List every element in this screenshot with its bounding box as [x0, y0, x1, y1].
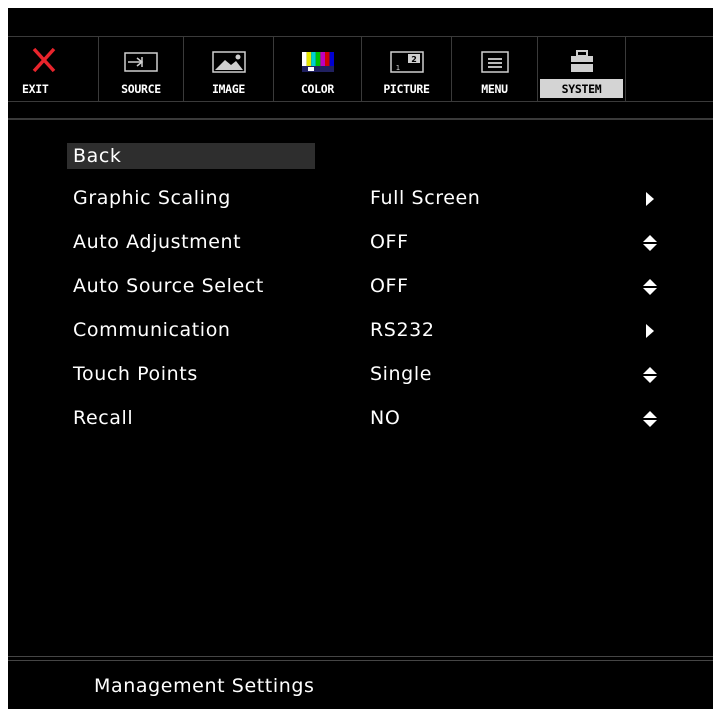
- tab-bar: EXIT SOURCE IMAGE COLOR 2 1 PICTURE MENU…: [8, 8, 713, 121]
- tab-system[interactable]: SYSTEM: [537, 37, 625, 101]
- tab-label: EXIT: [22, 82, 49, 96]
- tab-image[interactable]: IMAGE: [183, 37, 273, 101]
- up-down-arrow-icon[interactable]: [643, 235, 657, 251]
- item-label: Auto Adjustment: [73, 231, 242, 253]
- footer-title: Management Settings: [94, 675, 315, 697]
- item-value: RS232: [370, 319, 435, 341]
- svg-text:2: 2: [411, 55, 417, 64]
- tab-label: IMAGE: [211, 82, 246, 96]
- footer: Management Settings: [8, 655, 713, 709]
- menu-item-auto-adjustment[interactable]: Auto Adjustment OFF: [73, 223, 673, 263]
- item-label: Touch Points: [73, 363, 198, 385]
- image-icon: [211, 51, 246, 73]
- item-label: Recall: [73, 407, 134, 429]
- item-value: Full Screen: [370, 187, 481, 209]
- picture-in-picture-icon: 2 1: [389, 51, 424, 73]
- menu-item-graphic-scaling[interactable]: Graphic Scaling Full Screen: [73, 179, 673, 219]
- back-label: Back: [73, 145, 122, 167]
- item-label: Graphic Scaling: [73, 187, 231, 209]
- tab-label: COLOR: [300, 82, 335, 96]
- color-bars-icon: [301, 52, 334, 72]
- tab-separator: [625, 37, 626, 101]
- toolbox-icon: [570, 50, 593, 72]
- menu-icon: [480, 51, 509, 73]
- arrow-right-icon[interactable]: [643, 191, 657, 207]
- tab-color[interactable]: COLOR: [273, 37, 361, 101]
- menu-item-touch-points[interactable]: Touch Points Single: [73, 355, 673, 395]
- tab-label: PICTURE: [383, 82, 430, 96]
- up-down-arrow-icon[interactable]: [643, 367, 657, 383]
- tab-label: MENU: [481, 82, 508, 96]
- arrow-right-icon[interactable]: [643, 323, 657, 339]
- menu-item-communication[interactable]: Communication RS232: [73, 311, 673, 351]
- item-value: OFF: [370, 275, 409, 297]
- tab-picture[interactable]: 2 1 PICTURE: [361, 37, 451, 101]
- header-divider: [8, 118, 713, 120]
- item-value: OFF: [370, 231, 409, 253]
- source-input-icon: [124, 52, 158, 72]
- item-label: Auto Source Select: [73, 275, 264, 297]
- tab-label: SOURCE: [121, 82, 161, 96]
- tab-source[interactable]: SOURCE: [98, 37, 183, 101]
- item-value: NO: [370, 407, 401, 429]
- tab-label: SYSTEM: [561, 82, 602, 96]
- svg-text:1: 1: [395, 64, 399, 72]
- up-down-arrow-icon[interactable]: [643, 411, 657, 427]
- tab-exit[interactable]: EXIT: [8, 37, 98, 101]
- close-icon: [32, 47, 56, 73]
- up-down-arrow-icon[interactable]: [643, 279, 657, 295]
- menu-item-recall[interactable]: Recall NO: [73, 399, 673, 439]
- item-label: Communication: [73, 319, 231, 341]
- item-value: Single: [370, 363, 433, 385]
- menu-item-auto-source-select[interactable]: Auto Source Select OFF: [73, 267, 673, 307]
- back-item[interactable]: Back: [67, 141, 673, 181]
- tab-menu[interactable]: MENU: [451, 37, 537, 101]
- osd-menu: EXIT SOURCE IMAGE COLOR 2 1 PICTURE MENU…: [8, 8, 713, 709]
